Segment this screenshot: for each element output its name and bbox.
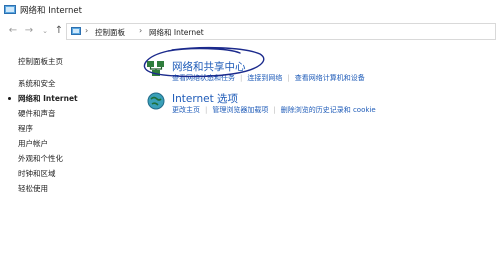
sidebar-item-appearance[interactable]: 外观和个性化 bbox=[18, 153, 63, 164]
sidebar-item-hardware-sound[interactable]: 硬件和声音 bbox=[18, 108, 56, 119]
manage-addons-link[interactable]: 管理浏览器加载项 bbox=[212, 106, 268, 114]
navigation-bar: ← → ⌄ ↑ › 控制面板 › 网络和 Internet bbox=[0, 22, 500, 42]
control-panel-icon bbox=[4, 5, 16, 14]
internet-options-links: 更改主页 | 管理浏览器加载项 | 删除浏览的历史记录和 cookie bbox=[172, 105, 381, 115]
link-divider: | bbox=[287, 74, 290, 82]
view-network-status-link[interactable]: 查看网络状态和任务 bbox=[172, 74, 235, 82]
sidebar-item-control-panel-home[interactable]: 控制面板主页 bbox=[18, 56, 63, 67]
network-sharing-icon bbox=[147, 61, 164, 76]
current-item-bullet-icon bbox=[8, 97, 11, 100]
link-divider: | bbox=[205, 106, 208, 114]
internet-options-link[interactable]: Internet 选项 bbox=[172, 91, 238, 106]
connect-to-network-link[interactable]: 连接到网络 bbox=[247, 74, 282, 82]
forward-arrow-icon[interactable]: → bbox=[22, 24, 36, 38]
breadcrumb-control-panel[interactable]: 控制面板 bbox=[95, 27, 125, 38]
sidebar-item-network-internet[interactable]: 网络和 Internet bbox=[18, 93, 78, 104]
breadcrumb-separator-icon: › bbox=[85, 26, 89, 35]
address-bar[interactable]: › 控制面板 › 网络和 Internet bbox=[66, 23, 496, 40]
internet-options-icon bbox=[147, 92, 165, 110]
breadcrumb-network-internet[interactable]: 网络和 Internet bbox=[149, 27, 204, 38]
back-arrow-icon[interactable]: ← bbox=[6, 24, 20, 38]
sidebar-item-user-accounts[interactable]: 用户帐户 bbox=[18, 138, 48, 149]
title-bar: 网络和 Internet bbox=[0, 0, 500, 20]
up-arrow-icon[interactable]: ↑ bbox=[52, 24, 66, 38]
breadcrumb-separator-icon: › bbox=[139, 26, 143, 35]
network-sharing-center-link[interactable]: 网络和共享中心 bbox=[172, 59, 246, 74]
sidebar-item-system-security[interactable]: 系统和安全 bbox=[18, 78, 56, 89]
link-divider: | bbox=[273, 106, 276, 114]
sidebar-item-ease-of-access[interactable]: 轻松使用 bbox=[18, 183, 48, 194]
control-panel-icon bbox=[71, 27, 81, 35]
delete-history-link[interactable]: 删除浏览的历史记录和 cookie bbox=[281, 106, 376, 114]
window-title: 网络和 Internet bbox=[20, 6, 82, 16]
network-sharing-links: 查看网络状态和任务 | 连接到网络 | 查看网络计算机和设备 bbox=[172, 73, 370, 83]
change-homepage-link[interactable]: 更改主页 bbox=[172, 106, 200, 114]
sidebar-item-clock-region[interactable]: 时钟和区域 bbox=[18, 168, 56, 179]
chevron-down-icon[interactable]: ⌄ bbox=[38, 24, 52, 38]
view-network-computers-link[interactable]: 查看网络计算机和设备 bbox=[295, 74, 365, 82]
link-divider: | bbox=[240, 74, 243, 82]
sidebar-item-programs[interactable]: 程序 bbox=[18, 123, 33, 134]
